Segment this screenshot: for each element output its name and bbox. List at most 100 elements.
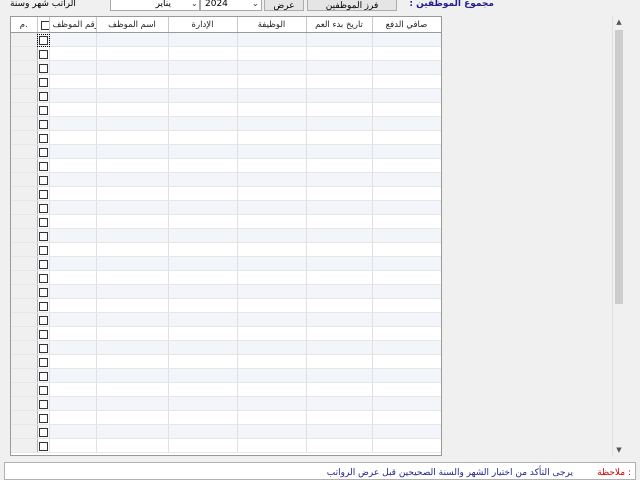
row-select-cell[interactable] [37,186,50,201]
grid-cell[interactable] [49,102,97,117]
row-checkbox[interactable] [38,245,48,255]
row-select-cell[interactable] [37,46,50,61]
row-select-cell[interactable] [37,102,50,117]
table-row[interactable] [11,144,441,159]
row-select-cell[interactable] [37,88,50,103]
row-select-cell[interactable] [37,214,50,229]
grid-cell[interactable] [49,312,97,327]
grid-cell[interactable] [168,424,238,439]
grid-cell[interactable] [237,396,307,411]
grid-cell[interactable] [96,186,169,201]
grid-cell[interactable] [96,326,169,341]
row-index-cell[interactable] [11,312,38,327]
col-header-employee-name[interactable]: اسم الموظف [96,17,169,33]
grid-cell[interactable] [168,32,238,47]
grid-cell[interactable] [49,298,97,313]
table-row[interactable] [11,158,441,173]
grid-cell[interactable] [306,340,373,355]
grid-cell[interactable] [96,172,169,187]
grid-cell[interactable] [168,270,238,285]
grid-cell[interactable] [168,214,238,229]
grid-cell[interactable] [237,186,307,201]
grid-cell[interactable] [49,326,97,341]
grid-cell[interactable] [96,242,169,257]
grid-cell[interactable] [96,312,169,327]
row-checkbox[interactable] [38,287,48,297]
vertical-scrollbar[interactable]: ▲ ▼ [612,16,625,456]
grid-cell[interactable] [168,382,238,397]
grid-cell[interactable] [96,256,169,271]
grid-cell[interactable] [237,102,307,117]
grid-cell[interactable] [96,102,169,117]
table-row[interactable] [11,116,441,131]
row-checkbox[interactable] [38,399,48,409]
grid-cell[interactable] [168,130,238,145]
grid-cell[interactable] [168,396,238,411]
row-checkbox[interactable] [38,329,48,339]
table-row[interactable] [11,270,441,285]
table-row[interactable] [11,186,441,201]
grid-cell[interactable] [372,74,441,89]
grid-cell[interactable] [237,340,307,355]
grid-cell[interactable] [372,228,441,243]
grid-cell[interactable] [237,438,307,453]
grid-cell[interactable] [306,256,373,271]
grid-cell[interactable] [372,284,441,299]
grid-cell[interactable] [96,270,169,285]
grid-cell[interactable] [237,270,307,285]
grid-cell[interactable] [237,32,307,47]
col-header-job[interactable]: الوظيفة [237,17,307,33]
row-checkbox[interactable] [38,273,48,283]
grid-cell[interactable] [237,326,307,341]
row-checkbox[interactable] [38,427,48,437]
row-index-cell[interactable] [11,102,38,117]
grid-cell[interactable] [96,396,169,411]
row-index-cell[interactable] [11,116,38,131]
grid-cell[interactable] [372,410,441,425]
row-checkbox[interactable] [38,175,48,185]
grid-cell[interactable] [168,88,238,103]
grid-cell[interactable] [306,284,373,299]
grid-cell[interactable] [49,228,97,243]
row-select-cell[interactable] [37,326,50,341]
scroll-up-icon[interactable]: ▲ [613,16,625,28]
grid-cell[interactable] [96,158,169,173]
grid-cell[interactable] [237,410,307,425]
grid-cell[interactable] [306,354,373,369]
table-row[interactable] [11,354,441,369]
grid-cell[interactable] [306,424,373,439]
row-index-cell[interactable] [11,242,38,257]
grid-cell[interactable] [306,74,373,89]
grid-cell[interactable] [96,32,169,47]
table-row[interactable] [11,368,441,383]
grid-cell[interactable] [49,32,97,47]
row-index-cell[interactable] [11,340,38,355]
table-row[interactable] [11,298,441,313]
row-checkbox[interactable] [38,385,48,395]
row-select-cell[interactable] [37,60,50,75]
row-index-cell[interactable] [11,270,38,285]
grid-cell[interactable] [306,116,373,131]
sort-employees-button[interactable]: فرز الموظفين [307,0,397,11]
grid-cell[interactable] [168,102,238,117]
row-checkbox[interactable] [38,133,48,143]
table-row[interactable] [11,46,441,61]
row-select-cell[interactable] [37,256,50,271]
row-index-cell[interactable] [11,284,38,299]
grid-cell[interactable] [168,410,238,425]
grid-cell[interactable] [96,74,169,89]
month-select[interactable]: يناير ⌄ [110,0,200,11]
table-row[interactable] [11,172,441,187]
grid-cell[interactable] [237,284,307,299]
col-header-department[interactable]: الإدارة [168,17,238,33]
grid-cell[interactable] [96,116,169,131]
row-select-cell[interactable] [37,396,50,411]
grid-cell[interactable] [96,228,169,243]
scroll-down-icon[interactable]: ▼ [613,444,625,456]
row-select-cell[interactable] [37,298,50,313]
row-checkbox[interactable] [38,161,48,171]
grid-cell[interactable] [96,144,169,159]
grid-cell[interactable] [168,242,238,257]
employees-grid[interactable]: م. رقم الموظف اسم الموظف الإدارة الوظيفة… [10,16,442,456]
table-row[interactable] [11,326,441,341]
